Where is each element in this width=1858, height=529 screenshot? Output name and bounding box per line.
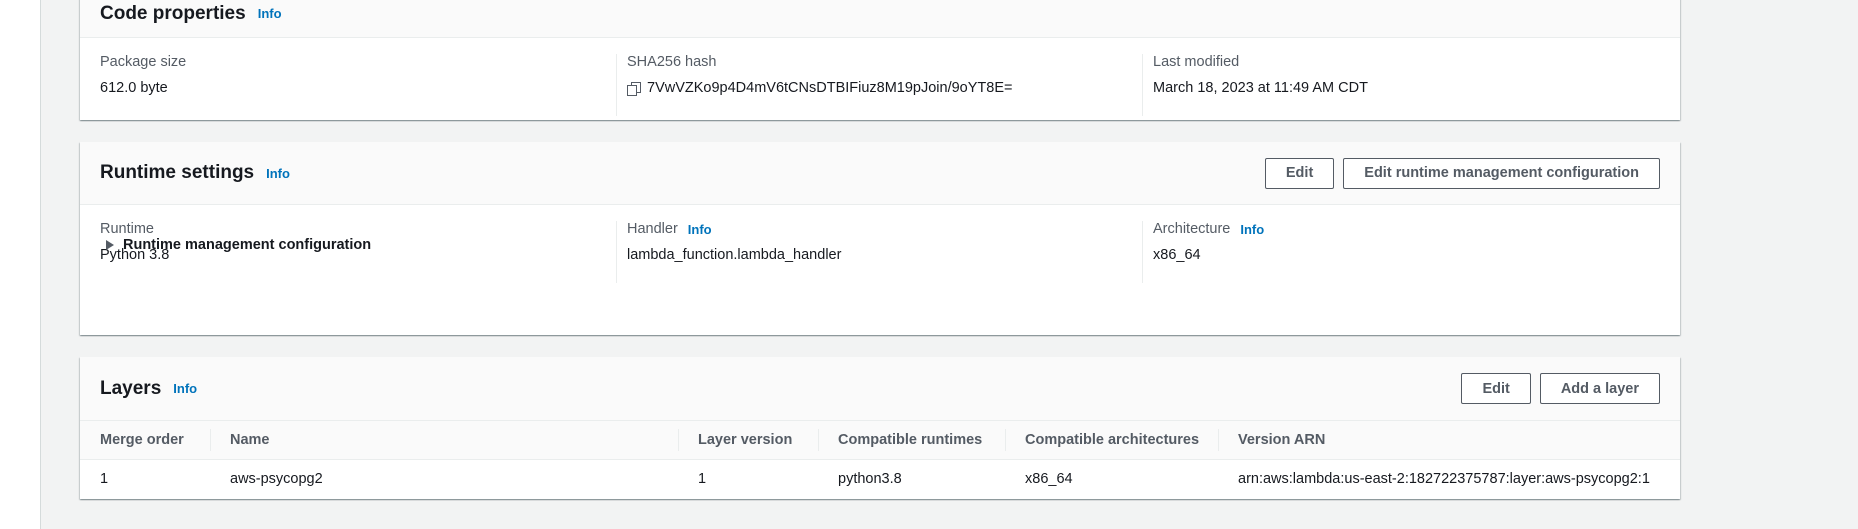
column-header[interactable]: Name [210,421,678,460]
architectures-cell: x86_64 [1025,471,1073,488]
layers-panel: Layers Info Edit Add a layer Merge order… [80,357,1680,499]
info-link[interactable]: Info [258,6,282,21]
runtime-label: Runtime [100,221,154,237]
add-layer-button[interactable]: Add a layer [1539,373,1660,404]
architecture-label: Architecture [1153,221,1231,237]
column-header[interactable]: Merge order [80,421,210,460]
info-link[interactable]: Info [688,222,712,237]
runtimes-cell: python3.8 [838,471,902,488]
architecture-value: x86_64 [1153,247,1201,263]
last-modified-value: March 18, 2023 at 11:49 AM CDT [1153,80,1368,96]
column-header[interactable]: Version ARN [1218,421,1680,460]
copy-icon[interactable] [627,81,641,96]
edit-button[interactable]: Edit [1264,157,1335,189]
merge-order-cell: 1 [100,471,109,488]
runtime-management-expander[interactable]: Runtime management configuration [106,237,371,253]
table-row: 1 aws-psycopg2 1 python3.8 x86_64 arn:aw… [80,459,1680,499]
panel-title: Runtime settings [100,162,255,183]
column-header[interactable]: Compatible architectures [1005,421,1218,460]
side-navigation [0,0,41,529]
caret-right-icon [106,240,114,250]
edit-runtime-management-button[interactable]: Edit runtime management configuration [1343,157,1660,189]
info-link[interactable]: Info [266,166,290,181]
panel-title: Layers [100,377,162,399]
expander-label: Runtime management configuration [123,237,372,253]
column-header[interactable]: Compatible runtimes [818,421,1005,460]
name-cell: aws-psycopg2 [230,471,323,488]
last-modified-label: Last modified [1153,54,1240,70]
layers-table: Merge order Name Layer version Compatibl… [80,421,1680,499]
runtime-settings-panel: Runtime settings Info Edit Edit runtime … [80,142,1680,335]
handler-value: lambda_function.lambda_handler [627,247,842,263]
edit-button[interactable]: Edit [1461,373,1531,404]
version-arn-cell: arn:aws:lambda:us-east-2:182722375787:la… [1238,471,1650,488]
layer-version-cell: 1 [698,471,707,488]
info-link[interactable]: Info [173,381,197,396]
panel-title: Code properties [100,2,246,24]
column-header[interactable]: Layer version [678,421,818,460]
package-size-label: Package size [100,54,187,70]
sha-label: SHA256 hash [627,54,717,70]
package-size-value: 612.0 byte [100,80,168,96]
code-properties-panel: Code properties Info Package size 612.0 b… [80,0,1680,120]
sha-value: 7VwVZKo9p4D4mV6tCNsDTBIFiuz8M19pJoin/9oY… [647,80,1013,96]
info-link[interactable]: Info [1240,222,1264,237]
handler-label: Handler [627,221,678,237]
